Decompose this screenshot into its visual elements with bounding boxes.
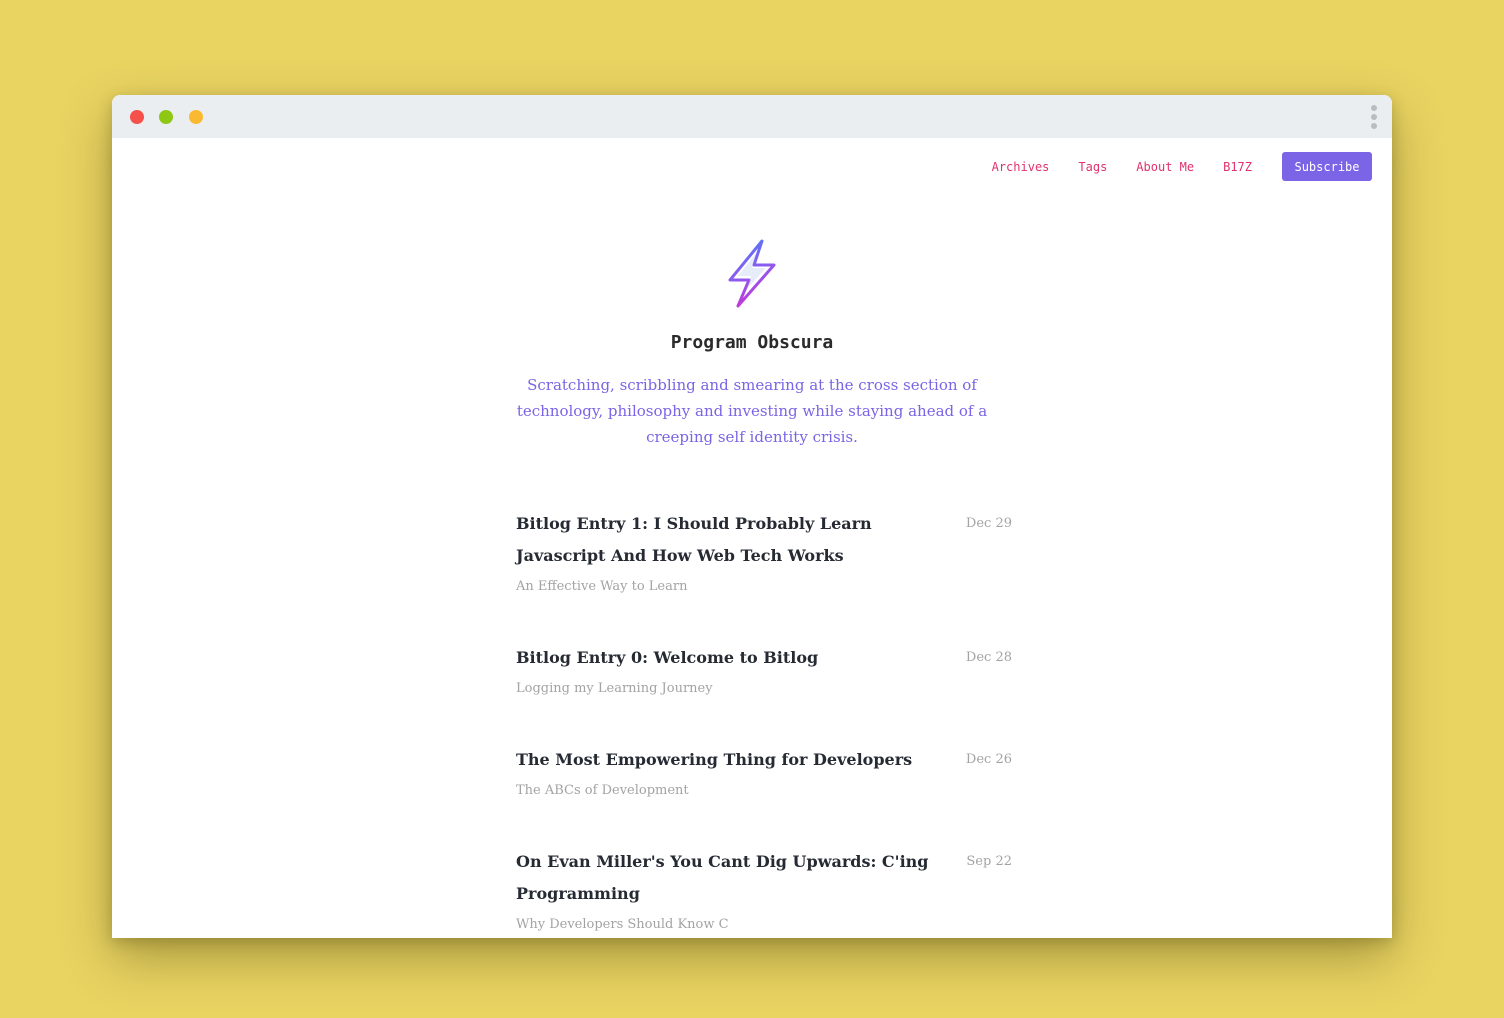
- site-title: Program Obscura: [670, 332, 834, 353]
- nav-link-b17z[interactable]: B17Z: [1223, 160, 1252, 174]
- nav-link-about-me[interactable]: About Me: [1136, 160, 1194, 174]
- post-date: Dec 29: [965, 516, 1012, 531]
- more-options-icon[interactable]: [1369, 105, 1379, 131]
- post-title[interactable]: The Most Empowering Thing for Developers: [516, 744, 956, 776]
- nav-link-tags[interactable]: Tags: [1078, 160, 1107, 174]
- post-subtitle: An Effective Way to Learn: [516, 579, 688, 594]
- post-date: Dec 28: [965, 650, 1012, 665]
- post-date: Sep 22: [966, 854, 1012, 869]
- post-subtitle: Logging my Learning Journey: [516, 681, 713, 696]
- post-subtitle: The ABCs of Development: [516, 783, 689, 798]
- post-subtitle: Why Developers Should Know C: [516, 917, 729, 932]
- maximize-window-button[interactable]: [159, 110, 173, 124]
- browser-window: Archives Tags About Me B17Z Subscribe Pr…: [112, 95, 1392, 938]
- close-window-button[interactable]: [130, 110, 144, 124]
- post-title[interactable]: Bitlog Entry 0: Welcome to Bitlog: [516, 642, 956, 674]
- post-title[interactable]: On Evan Miller's You Cant Dig Upwards: C…: [516, 846, 956, 910]
- nav-link-archives[interactable]: Archives: [992, 160, 1050, 174]
- post-list: Bitlog Entry 1: I Should Probably Learn …: [516, 508, 1012, 934]
- post-item: On Evan Miller's You Cant Dig Upwards: C…: [516, 846, 1012, 934]
- lightning-bolt-icon: [728, 239, 776, 308]
- post-title[interactable]: Bitlog Entry 1: I Should Probably Learn …: [516, 508, 956, 572]
- post-item: The Most Empowering Thing for Developers…: [516, 744, 1012, 800]
- post-date: Dec 26: [965, 752, 1012, 767]
- site-tagline: Scratching, scribbling and smearing at t…: [516, 376, 988, 446]
- top-nav: Archives Tags About Me B17Z Subscribe: [992, 152, 1372, 181]
- subscribe-button[interactable]: Subscribe: [1282, 152, 1372, 181]
- post-item: Bitlog Entry 0: Welcome to Bitlog Dec 28…: [516, 642, 1012, 698]
- window-titlebar: [112, 95, 1392, 138]
- minimize-window-button[interactable]: [189, 110, 203, 124]
- page-content: Archives Tags About Me B17Z Subscribe Pr…: [112, 138, 1392, 938]
- post-item: Bitlog Entry 1: I Should Probably Learn …: [516, 508, 1012, 596]
